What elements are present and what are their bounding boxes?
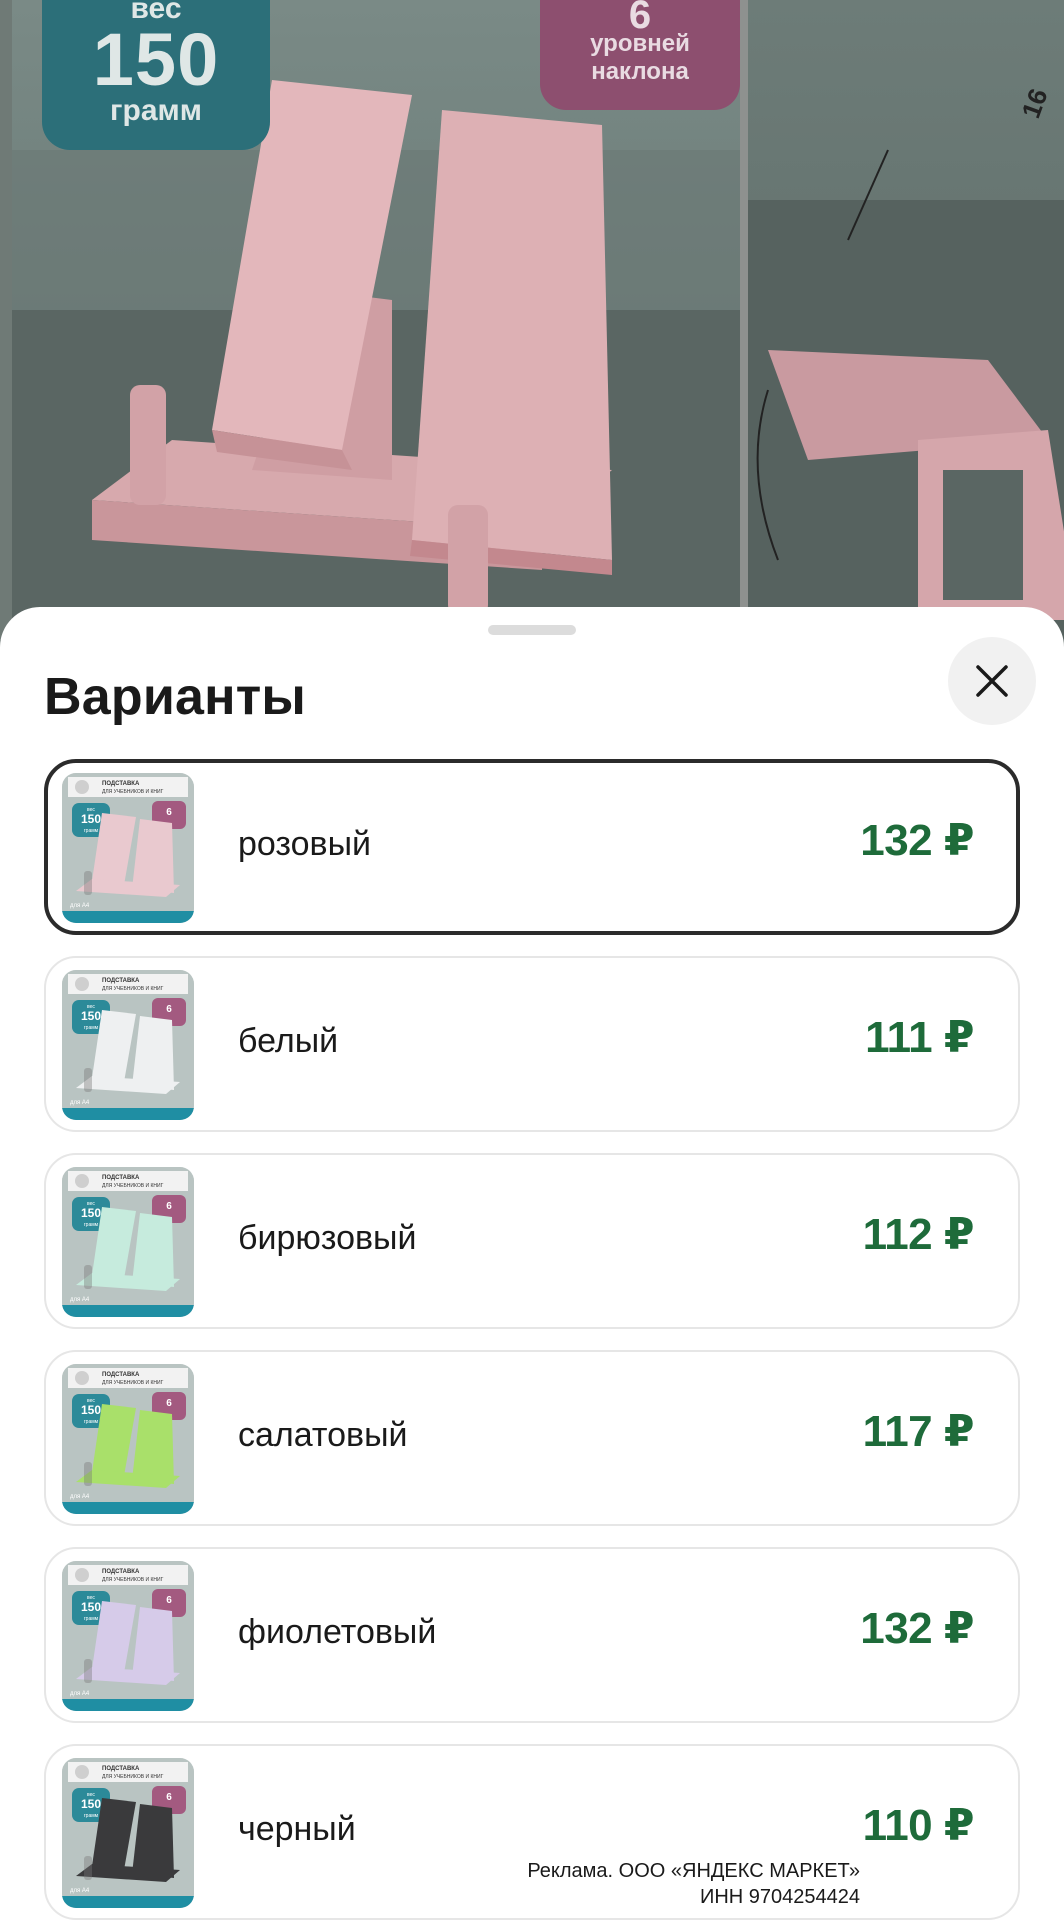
variant-price: 110 ₽ <box>862 1801 975 1850</box>
variant-name: бирюзовый <box>238 1219 417 1257</box>
variant-thumbnail-image: ПОДСТАВКА ДЛЯ УЧЕБНИКОВ И КНИГ вес 150 г… <box>62 1758 194 1908</box>
product-photo-side[interactable]: 16 <box>748 0 1064 640</box>
sheet-title: Варианты <box>44 668 307 726</box>
ad-line-1: Реклама. ООО «ЯНДЕКС МАРКЕТ» <box>527 1860 860 1882</box>
svg-text:грамм: грамм <box>84 1222 99 1228</box>
svg-text:грамм: грамм <box>84 1616 99 1622</box>
ad-line-2: ИНН 9704254424 <box>699 1886 860 1908</box>
svg-text:ДЛЯ УЧЕБНИКОВ И КНИГ: ДЛЯ УЧЕБНИКОВ И КНИГ <box>102 1577 164 1583</box>
close-icon <box>976 665 1008 697</box>
svg-text:ПОДСТАВКА: ПОДСТАВКА <box>102 1766 140 1772</box>
tilt-badge-line1: уровней <box>590 30 690 57</box>
variant-price: 132 ₽ <box>860 1604 974 1653</box>
svg-text:грамм: грамм <box>84 1813 99 1819</box>
tilt-badge-value: 6 <box>628 0 652 37</box>
variant-option-2[interactable]: ПОДСТАВКА ДЛЯ УЧЕБНИКОВ И КНИГ вес 150 г… <box>44 1153 1020 1329</box>
variant-thumbnail-image: ПОДСТАВКА ДЛЯ УЧЕБНИКОВ И КНИГ вес 150 г… <box>62 970 194 1120</box>
svg-text:для А4: для А4 <box>70 1691 90 1697</box>
gallery-divider <box>740 0 748 640</box>
variant-name: черный <box>238 1810 356 1848</box>
svg-text:ПОДСТАВКА: ПОДСТАВКА <box>102 978 140 984</box>
variant-option-1[interactable]: ПОДСТАВКА ДЛЯ УЧЕБНИКОВ И КНИГ вес 150 г… <box>44 956 1020 1132</box>
close-button[interactable] <box>948 637 1036 725</box>
variants-sheet: Варианты ПОДСТАВКА ДЛЯ УЧЕБНИКОВ И КНИГ … <box>0 607 1064 1920</box>
variant-thumbnail: ПОДСТАВКА ДЛЯ УЧЕБНИКОВ И КНИГ вес 150 г… <box>62 1364 194 1514</box>
svg-text:6: 6 <box>166 1201 172 1212</box>
variant-thumbnail: ПОДСТАВКА ДЛЯ УЧЕБНИКОВ И КНИГ вес 150 г… <box>62 773 194 923</box>
svg-text:ДЛЯ УЧЕБНИКОВ И КНИГ: ДЛЯ УЧЕБНИКОВ И КНИГ <box>102 1183 164 1189</box>
svg-text:ДЛЯ УЧЕБНИКОВ И КНИГ: ДЛЯ УЧЕБНИКОВ И КНИГ <box>102 986 164 992</box>
book-stand-side-image: 16 <box>748 85 1064 640</box>
svg-text:150: 150 <box>81 1600 101 1614</box>
variant-thumbnail: ПОДСТАВКА ДЛЯ УЧЕБНИКОВ И КНИГ вес 150 г… <box>62 1758 194 1908</box>
svg-text:ДЛЯ УЧЕБНИКОВ И КНИГ: ДЛЯ УЧЕБНИКОВ И КНИГ <box>102 789 164 795</box>
product-gallery[interactable]: вес 150 грамм 6 уровней наклона 16 <box>0 0 1064 640</box>
svg-text:150: 150 <box>81 1797 101 1811</box>
svg-text:16: 16 <box>1015 85 1053 122</box>
weight-badge-unit: грамм <box>110 94 202 127</box>
variant-thumbnail-image: ПОДСТАВКА ДЛЯ УЧЕБНИКОВ И КНИГ вес 150 г… <box>62 1167 194 1317</box>
svg-text:6: 6 <box>166 1595 172 1606</box>
svg-text:ПОДСТАВКА: ПОДСТАВКА <box>102 781 140 787</box>
variant-option-0[interactable]: ПОДСТАВКА ДЛЯ УЧЕБНИКОВ И КНИГ вес 150 г… <box>44 759 1020 935</box>
variant-price: 111 ₽ <box>865 1013 974 1062</box>
variant-name: белый <box>238 1022 339 1060</box>
variant-thumbnail: ПОДСТАВКА ДЛЯ УЧЕБНИКОВ И КНИГ вес 150 г… <box>62 970 194 1120</box>
svg-text:6: 6 <box>166 1004 172 1015</box>
svg-text:для А4: для А4 <box>70 903 90 909</box>
svg-text:грамм: грамм <box>84 1419 99 1425</box>
variant-thumbnail: ПОДСТАВКА ДЛЯ УЧЕБНИКОВ И КНИГ вес 150 г… <box>62 1167 194 1317</box>
variant-thumbnail-image: ПОДСТАВКА ДЛЯ УЧЕБНИКОВ И КНИГ вес 150 г… <box>62 1561 194 1711</box>
weight-badge: вес 150 грамм <box>42 0 270 150</box>
variant-list: ПОДСТАВКА ДЛЯ УЧЕБНИКОВ И КНИГ вес 150 г… <box>44 759 1020 1920</box>
svg-text:для А4: для А4 <box>70 1297 90 1303</box>
svg-text:ПОДСТАВКА: ПОДСТАВКА <box>102 1372 140 1378</box>
svg-text:ПОДСТАВКА: ПОДСТАВКА <box>102 1175 140 1181</box>
variant-price: 112 ₽ <box>862 1210 975 1259</box>
variant-name: салатовый <box>238 1416 408 1454</box>
svg-text:6: 6 <box>166 807 172 818</box>
weight-badge-value: 150 <box>92 18 220 101</box>
variant-name: розовый <box>238 825 372 863</box>
variant-thumbnail: ПОДСТАВКА ДЛЯ УЧЕБНИКОВ И КНИГ вес 150 г… <box>62 1561 194 1711</box>
variant-option-3[interactable]: ПОДСТАВКА ДЛЯ УЧЕБНИКОВ И КНИГ вес 150 г… <box>44 1350 1020 1526</box>
svg-text:ПОДСТАВКА: ПОДСТАВКА <box>102 1569 140 1575</box>
svg-text:150: 150 <box>81 1009 101 1023</box>
product-photo-main[interactable]: вес 150 грамм 6 уровней наклона <box>12 0 740 640</box>
svg-text:ДЛЯ УЧЕБНИКОВ И КНИГ: ДЛЯ УЧЕБНИКОВ И КНИГ <box>102 1380 164 1386</box>
svg-text:150: 150 <box>81 812 101 826</box>
svg-text:ДЛЯ УЧЕБНИКОВ И КНИГ: ДЛЯ УЧЕБНИКОВ И КНИГ <box>102 1774 164 1780</box>
svg-text:6: 6 <box>166 1792 172 1803</box>
tilt-badge-line2: наклона <box>591 58 689 85</box>
svg-text:грамм: грамм <box>84 1025 99 1031</box>
svg-text:для А4: для А4 <box>70 1100 90 1106</box>
svg-text:для А4: для А4 <box>70 1888 90 1894</box>
variant-price: 117 ₽ <box>862 1407 975 1456</box>
svg-text:грамм: грамм <box>84 828 99 834</box>
variant-thumbnail-image: ПОДСТАВКА ДЛЯ УЧЕБНИКОВ И КНИГ вес 150 г… <box>62 773 194 923</box>
ad-disclaimer: Реклама. ООО «ЯНДЕКС МАРКЕТ» ИНН 9704254… <box>440 1858 860 1910</box>
tilt-badge: 6 уровней наклона <box>540 0 740 110</box>
variant-price: 132 ₽ <box>860 816 974 865</box>
svg-text:для А4: для А4 <box>70 1494 90 1500</box>
svg-text:150: 150 <box>81 1206 101 1220</box>
variant-name: фиолетовый <box>238 1613 437 1651</box>
variant-thumbnail-image: ПОДСТАВКА ДЛЯ УЧЕБНИКОВ И КНИГ вес 150 г… <box>62 1364 194 1514</box>
variant-option-4[interactable]: ПОДСТАВКА ДЛЯ УЧЕБНИКОВ И КНИГ вес 150 г… <box>44 1547 1020 1723</box>
svg-text:150: 150 <box>81 1403 101 1417</box>
sheet-drag-handle[interactable] <box>488 625 576 635</box>
svg-text:6: 6 <box>166 1398 172 1409</box>
